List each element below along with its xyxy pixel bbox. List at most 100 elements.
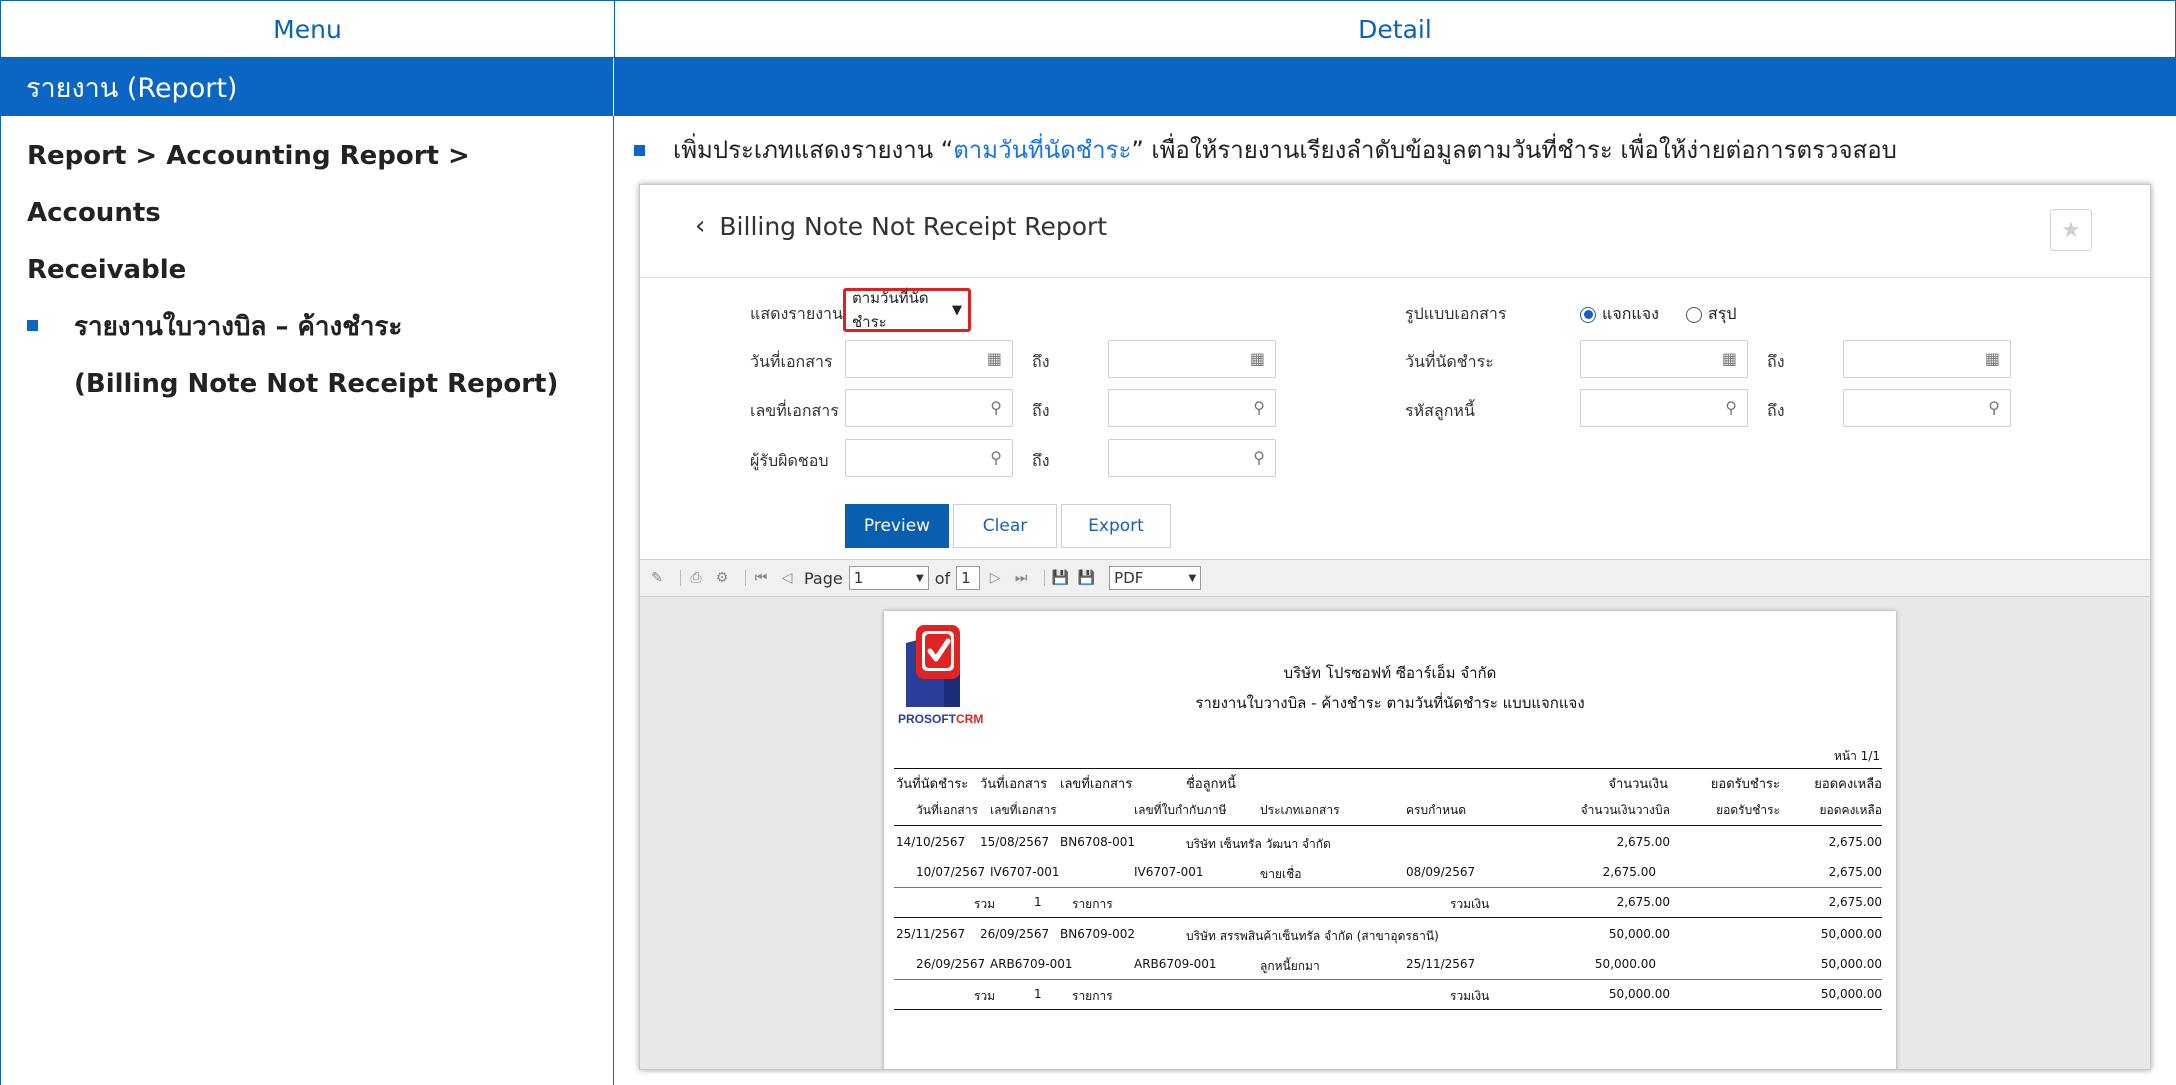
calendar-icon[interactable]: ▦ — [1985, 349, 2000, 368]
row-doc-no: BN6708-001 — [1060, 835, 1135, 849]
total-sum-label: รวมเงิน — [1450, 989, 1490, 1003]
doc-no-to-input[interactable]: ⚲ — [1108, 389, 1276, 427]
responsible-to-input[interactable]: ⚲ — [1108, 439, 1276, 477]
menu-item: รายงานใบวางบิล – ค้างชำระ — [27, 299, 587, 356]
group-rule — [894, 1009, 1882, 1010]
save-as-icon[interactable]: 💾 — [1077, 569, 1095, 587]
row-customer: บริษัท สรรพสินค้าเซ็นทรัล จำกัด (สาขาอุด… — [1186, 929, 1439, 943]
row-due-date: 25/11/2567 — [896, 927, 966, 941]
doc-date-to-input[interactable]: ▦ — [1108, 340, 1276, 378]
search-icon[interactable]: ⚲ — [1725, 398, 1737, 417]
col-sub-doc-no: เลขที่เอกสาร — [990, 803, 1057, 817]
line-tax-no: ARB6709-001 — [1134, 957, 1217, 971]
calendar-icon[interactable]: ▦ — [987, 349, 1002, 368]
total-label: รวม — [974, 989, 996, 1003]
due-date-from-input[interactable]: ▦ — [1580, 340, 1748, 378]
search-icon[interactable]: ⚲ — [990, 398, 1002, 417]
export-button[interactable]: Export — [1061, 504, 1171, 548]
search-icon[interactable]: ⚲ — [990, 448, 1002, 467]
row-customer: บริษัท เซ็นทรัล วัฒนา จำกัด — [1186, 837, 1331, 851]
line-doc-no: ARB6709-001 — [990, 957, 1073, 971]
col-received: ยอดรับชำระ — [1710, 777, 1780, 792]
line-tax-no: IV6707-001 — [1134, 865, 1204, 879]
calendar-icon[interactable]: ▦ — [1250, 349, 1265, 368]
toolbar-separator — [1044, 570, 1046, 586]
search-icon[interactable]: ⚲ — [1253, 398, 1265, 417]
row-doc-date: 26/09/2567 — [980, 927, 1050, 941]
line-doc-type: ขายเชื่อ — [1260, 867, 1302, 881]
doc-no-from-input[interactable]: ⚲ — [845, 389, 1013, 427]
line-doc-date: 26/09/2567 — [916, 957, 986, 971]
debtor-code-from-input[interactable]: ⚲ — [1580, 389, 1748, 427]
col-sub-doc-date: วันที่เอกสาร — [916, 803, 978, 817]
total-label: รวม — [974, 897, 996, 911]
total-unit: รายการ — [1072, 897, 1113, 911]
search-icon[interactable]: ⚲ — [1253, 448, 1265, 467]
preview-button[interactable]: Preview — [845, 504, 949, 548]
total-rule — [894, 979, 1882, 980]
bullet-icon — [634, 144, 645, 156]
last-page-icon[interactable]: ⏭ — [1012, 569, 1030, 587]
back-button[interactable]: ‹ Billing Note Not Receipt Report — [695, 211, 1107, 241]
line-due: 08/09/2567 — [1406, 865, 1476, 879]
to-label: ถึง — [1032, 401, 1050, 420]
page-number-select[interactable]: 1 ▼ — [848, 566, 929, 590]
radio-detail[interactable]: แจกแจง — [1580, 302, 1659, 327]
due-date-label: วันที่นัดชำระ — [1405, 352, 1494, 371]
radio-summary[interactable]: สรุป — [1686, 302, 1737, 327]
of-label: of — [934, 568, 951, 588]
screen-title: Billing Note Not Receipt Report — [719, 211, 1108, 241]
toolbar-separator — [745, 570, 746, 586]
line-doc-date: 10/07/2567 — [916, 865, 986, 879]
description-suffix: ” เพื่อให้รายงานเรียงลำดับข้อมูลตามวันที… — [1131, 136, 1897, 164]
report-page: PROSOFTCRM บริษัท โปรซอฟท์ ซีอาร์เอ็ม จำ… — [884, 611, 1896, 1069]
detail-column: เพิ่มประเภทแสดงรายงาน “ตามวันที่นัดชำระ”… — [614, 116, 2176, 1085]
export-format-select[interactable]: PDF ▼ — [1109, 566, 1202, 590]
radio-unselected-icon — [1686, 306, 1702, 323]
debtor-code-label: รหัสลูกหนี้ — [1405, 401, 1475, 420]
line-doc-no: IV6707-001 — [990, 865, 1060, 879]
line-amount: 50,000.00 — [1594, 957, 1656, 971]
col-doc-no: เลขที่เอกสาร — [1060, 777, 1133, 792]
next-page-icon[interactable]: ▷ — [986, 569, 1004, 587]
calendar-icon[interactable]: ▦ — [1722, 349, 1737, 368]
search-icon[interactable]: ⚲ — [1988, 398, 2000, 417]
report-viewer-toolbar: ✎ ⎙ ⚙ ⏮ ◁ Page 1 ▼ of 1 ▷ ⏭ 💾 💾 PDF ▼ — [640, 559, 2150, 597]
line-doc-type: ลูกหนี้ยกมา — [1260, 959, 1320, 973]
total-rule — [894, 887, 1882, 888]
radio-detail-label: แจกแจง — [1602, 304, 1659, 323]
due-date-to-input[interactable]: ▦ — [1843, 340, 2011, 378]
responsible-from-input[interactable]: ⚲ — [845, 439, 1013, 477]
section-bar: รายงาน (Report) — [0, 58, 2176, 116]
col-sub-balance: ยอดคงเหลือ — [1819, 803, 1883, 817]
row-amount: 50,000.00 — [1608, 927, 1670, 941]
to-label: ถึง — [1032, 352, 1050, 371]
show-report-select[interactable]: ตามวันที่นัดชำระ ▼ — [843, 288, 971, 332]
clear-button[interactable]: Clear — [953, 504, 1057, 548]
save-icon[interactable]: 💾 — [1051, 569, 1069, 587]
detail-column-header: Detail — [614, 0, 2176, 58]
menu-item-english: (Billing Note Not Receipt Report) — [74, 369, 559, 399]
previous-page-icon[interactable]: ◁ — [778, 569, 796, 587]
doc-date-from-input[interactable]: ▦ — [845, 340, 1013, 378]
to-label: ถึง — [1032, 451, 1050, 470]
doc-date-label: วันที่เอกสาร — [750, 352, 833, 371]
row-balance: 2,675.00 — [1828, 835, 1882, 849]
export-format-value: PDF — [1114, 569, 1144, 587]
pencil-icon[interactable]: ✎ — [648, 569, 666, 587]
col-amount: จำนวนเงิน — [1608, 777, 1668, 792]
row-doc-date: 15/08/2567 — [980, 835, 1050, 849]
report-company-name: บริษัท โปรซอฟท์ ซีอาร์เอ็ม จำกัด — [1283, 664, 1497, 682]
header-rule — [894, 768, 1882, 769]
total-amount: 50,000.00 — [1608, 987, 1670, 1001]
col-due-date: วันที่นัดชำระ — [896, 777, 969, 792]
page: Menu Detail รายงาน (Report) Report > Acc… — [0, 0, 2176, 1085]
first-page-icon[interactable]: ⏮ — [752, 569, 770, 587]
print-icon[interactable]: ⎙ — [687, 569, 705, 587]
debtor-code-to-input[interactable]: ⚲ — [1843, 389, 2011, 427]
col-sub-received: ยอดรับชำระ — [1716, 803, 1780, 817]
print-settings-icon[interactable]: ⚙ — [713, 569, 731, 587]
favorite-star-icon[interactable]: ★ — [2050, 209, 2092, 251]
row-due-date: 14/10/2567 — [896, 835, 966, 849]
doc-no-label: เลขที่เอกสาร — [750, 401, 839, 420]
